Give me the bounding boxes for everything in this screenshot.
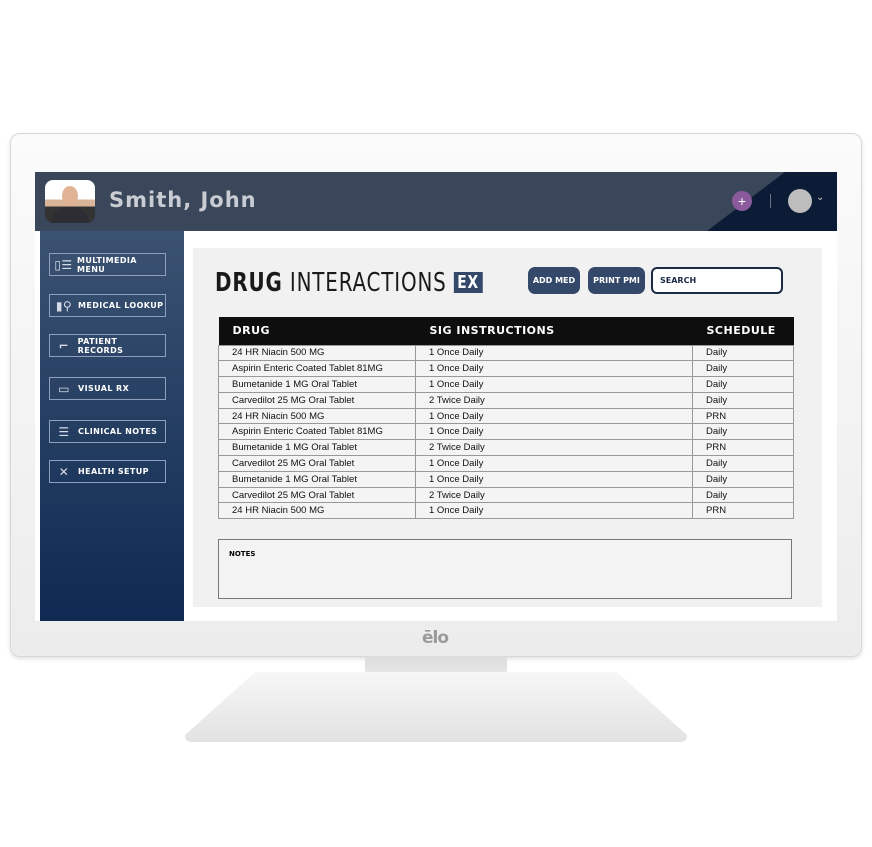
column-header-drug: DRUG — [218, 317, 416, 345]
sidebar: ▯☰ MULTIMEDIA MENU ▮⚲ MEDICAL LOOKUP ⌐ PATI… — [40, 231, 184, 621]
schedule-cell: Daily — [692, 360, 794, 378]
schedule-cell: PRN — [692, 407, 794, 425]
sig-cell: 2 Twice Daily — [415, 439, 693, 457]
drug-cell: 24 HR Niacin 500 MG — [218, 407, 416, 425]
schedule-cell: PRN — [692, 439, 794, 457]
sidebar-item-patient-records[interactable]: ⌐ PATIENT RECORDS — [49, 334, 166, 357]
schedule-cell: Daily — [692, 344, 794, 362]
drug-cell: Carvedilot 25 MG Oral Tablet — [218, 391, 416, 409]
sig-cell: 1 Once Daily — [415, 407, 693, 425]
table-row[interactable]: 24 HR Niacin 500 MG 1 Once Daily PRN — [218, 407, 794, 425]
tools-icon: ✕ — [58, 464, 70, 479]
table-row[interactable]: Aspirin Enteric Coated Tablet 81MG 1 Once… — [218, 360, 794, 378]
schedule-cell: Daily — [692, 423, 794, 441]
schedule-cell: Daily — [692, 470, 794, 488]
sig-cell: 1 Once Daily — [415, 502, 693, 520]
main-panel: DRUG INTERACTIONS EX ADD MED PRINT PMI S… — [193, 248, 822, 607]
schedule-cell: Daily — [692, 486, 794, 504]
print-pmi-button[interactable]: PRINT PMI — [588, 267, 645, 294]
sidebar-item-multimedia-menu[interactable]: ▯☰ MULTIMEDIA MENU — [49, 253, 166, 276]
table-row[interactable]: Aspirin Enteric Coated Tablet 81MG 1 Once… — [218, 423, 794, 441]
window-icon: ▭ — [58, 381, 70, 396]
table-row[interactable]: Carvedilot 25 MG Oral Tablet 2 Twice Dail… — [218, 486, 794, 504]
screen: Smith, John + ⌄ ▯☰ MULTIMEDIA MENU ▮⚲ MEDI… — [35, 172, 837, 621]
table-row[interactable]: 24 HR Niacin 500 MG 1 Once Daily PRN — [218, 502, 794, 520]
drug-cell: Aspirin Enteric Coated Tablet 81MG — [218, 423, 416, 441]
drug-cell: Carvedilot 25 MG Oral Tablet — [218, 486, 416, 504]
drug-cell: Bumetanide 1 MG Oral Tablet — [218, 376, 416, 393]
elo-logo: ēlo — [422, 628, 449, 648]
user-avatar[interactable] — [788, 189, 812, 213]
sidebar-item-medical-lookup[interactable]: ▮⚲ MEDICAL LOOKUP — [49, 294, 166, 317]
sig-cell: 1 Once Daily — [415, 423, 693, 441]
patient-photo — [45, 180, 95, 223]
table-row[interactable]: Carvedilot 25 MG Oral Tablet 1 Once Daily… — [218, 455, 794, 472]
app-header: Smith, John + ⌄ — [35, 172, 837, 231]
drug-cell: Bumetanide 1 MG Oral Tablet — [218, 439, 416, 457]
drug-cell: 24 HR Niacin 500 MG — [218, 502, 416, 520]
sig-cell: 1 Once Daily — [415, 376, 693, 393]
table-row[interactable]: 24 HR Niacin 500 MG 1 Once Daily Daily — [218, 344, 794, 362]
chart-search-icon: ▮⚲ — [55, 298, 73, 313]
sidebar-item-clinical-notes[interactable]: ☰ CLINICAL NOTES — [49, 420, 166, 443]
sidebar-item-visual-rx[interactable]: ▭ VISUAL RX — [49, 377, 166, 400]
title-badge: EX — [453, 272, 483, 293]
table-row[interactable]: Bumetanide 1 MG Oral Tablet 1 Once Daily D… — [218, 376, 794, 393]
chevron-down-icon[interactable]: ⌄ — [816, 192, 824, 203]
table-row[interactable]: Bumetanide 1 MG Oral Tablet 1 Once Daily D… — [218, 470, 794, 488]
column-header-sig: SIG INSTRUCTIONS — [415, 317, 693, 345]
sig-cell: 1 Once Daily — [415, 360, 693, 378]
notes-label: NOTES — [229, 550, 256, 558]
drug-cell: 24 HR Niacin 500 MG — [218, 344, 416, 362]
bed-icon: ⌐ — [58, 338, 70, 353]
schedule-cell: Daily — [692, 376, 794, 393]
schedule-cell: Daily — [692, 391, 794, 409]
drug-table: DRUG SIG INSTRUCTIONS SCHEDULE 24 HR Nia… — [218, 317, 794, 520]
drug-cell: Aspirin Enteric Coated Tablet 81MG — [218, 360, 416, 378]
notes-box[interactable]: NOTES — [218, 539, 792, 599]
sidebar-item-health-setup[interactable]: ✕ HEALTH SETUP — [49, 460, 166, 483]
search-input[interactable]: SEARCH — [651, 267, 783, 294]
plus-icon[interactable]: + — [732, 191, 752, 211]
layout-icon: ▯☰ — [54, 257, 73, 272]
sig-cell: 2 Twice Daily — [415, 486, 693, 504]
patient-name: Smith, John — [109, 188, 257, 212]
schedule-cell: PRN — [692, 502, 794, 520]
sig-cell: 2 Twice Daily — [415, 391, 693, 409]
drug-cell: Bumetanide 1 MG Oral Tablet — [218, 470, 416, 488]
list-icon: ☰ — [58, 424, 70, 439]
sig-cell: 1 Once Daily — [415, 470, 693, 488]
divider — [770, 194, 771, 208]
table-row[interactable]: Carvedilot 25 MG Oral Tablet 2 Twice Dail… — [218, 391, 794, 409]
sig-cell: 1 Once Daily — [415, 344, 693, 362]
drug-cell: Carvedilot 25 MG Oral Tablet — [218, 455, 416, 472]
table-row[interactable]: Bumetanide 1 MG Oral Tablet 2 Twice Daily… — [218, 439, 794, 457]
column-header-schedule: SCHEDULE — [692, 317, 794, 345]
monitor-stand-base — [185, 672, 687, 742]
sig-cell: 1 Once Daily — [415, 455, 693, 472]
page-title: DRUG INTERACTIONS EX — [215, 268, 483, 298]
schedule-cell: Daily — [692, 455, 794, 472]
add-med-button[interactable]: ADD MED — [528, 267, 580, 294]
